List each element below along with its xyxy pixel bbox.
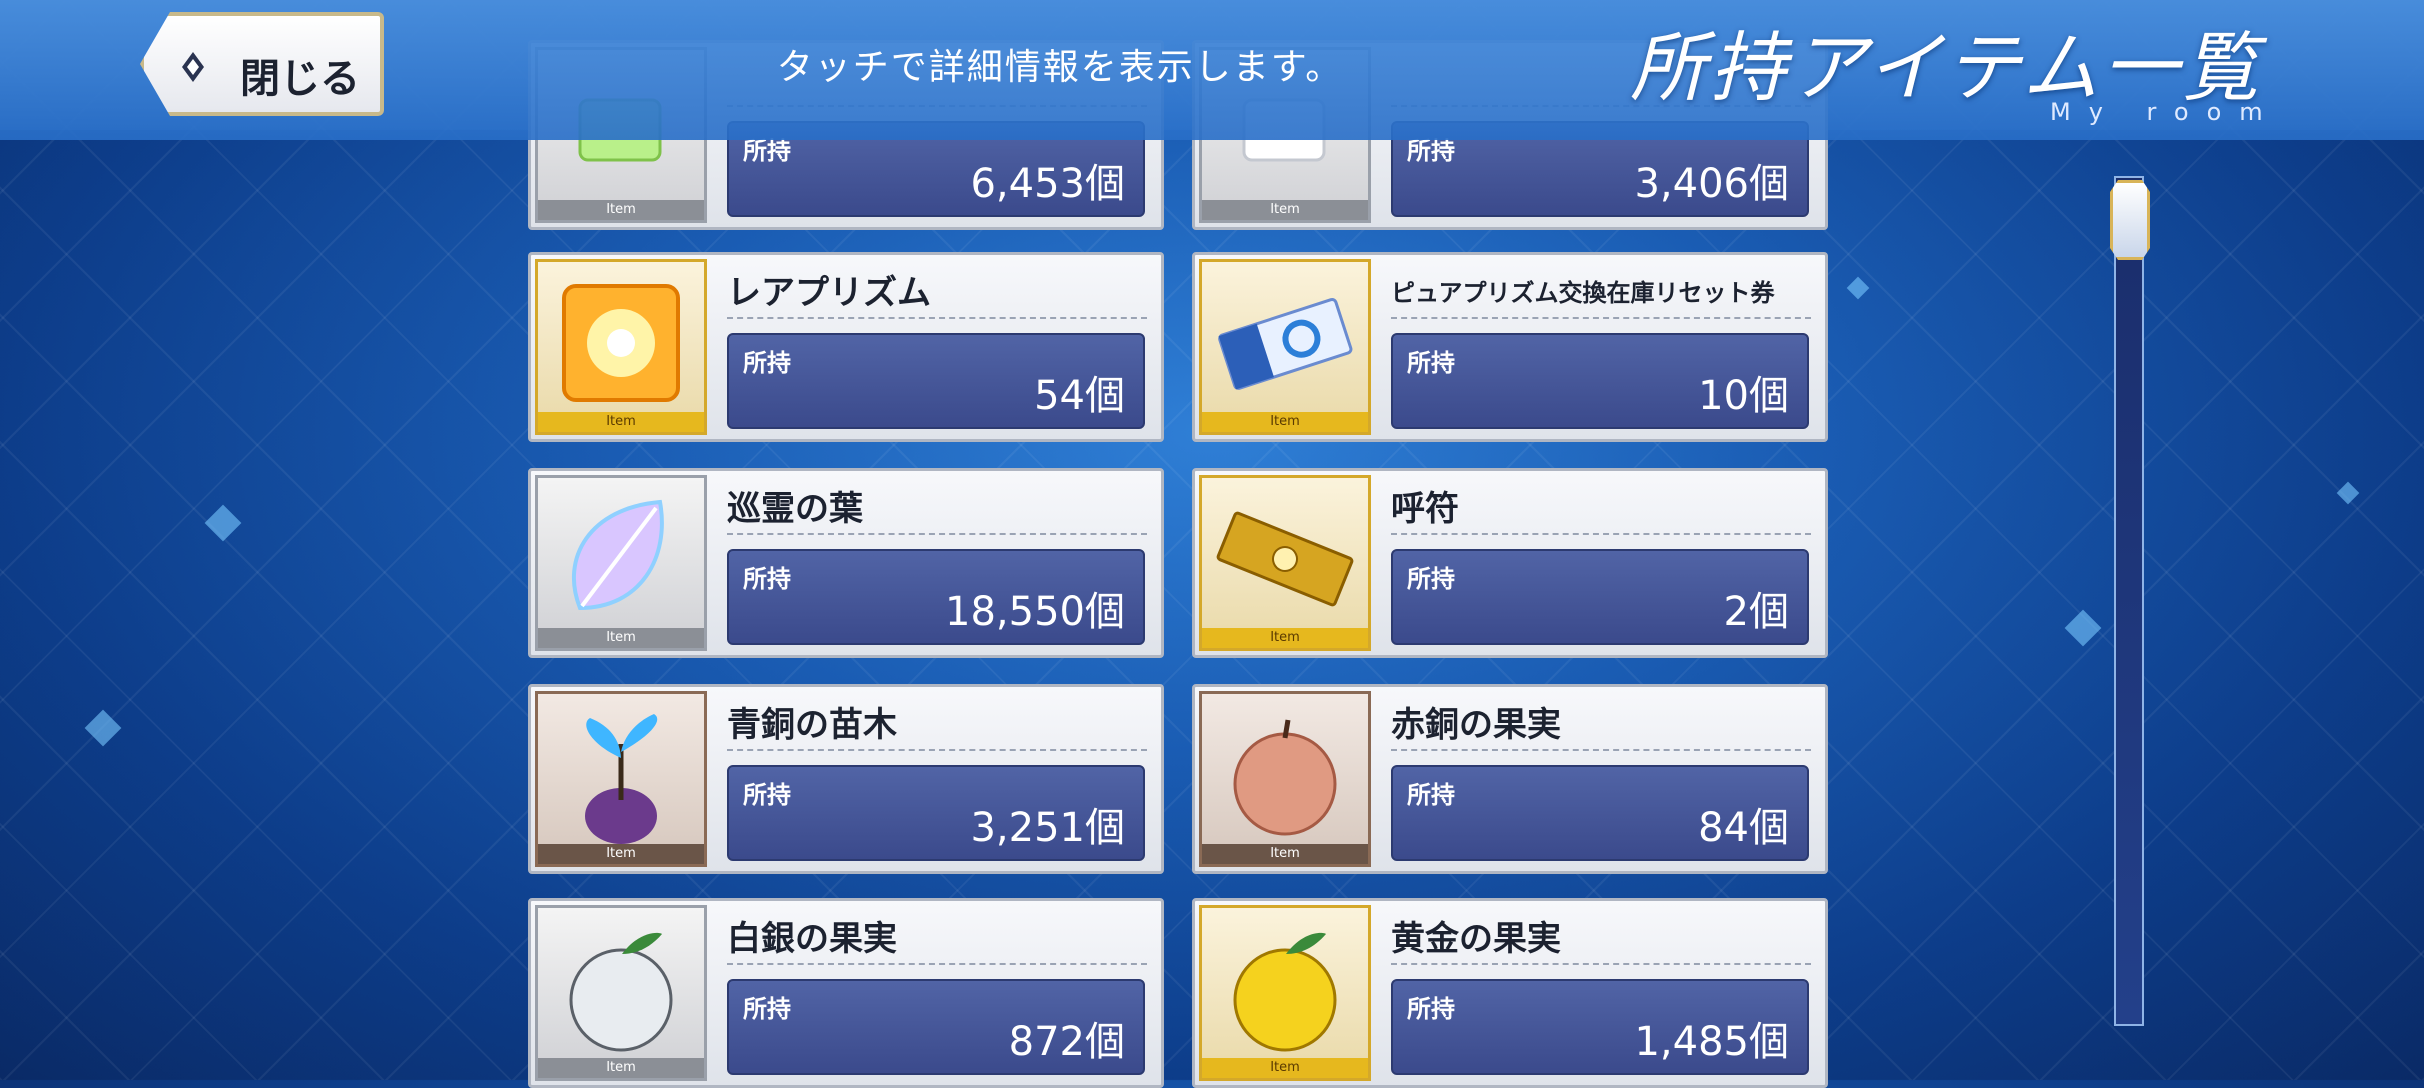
item-thumbnail: Item [535, 691, 707, 867]
scrollbar-track[interactable] [2114, 176, 2144, 1026]
divider [727, 533, 1147, 535]
item-card[interactable]: Item 青銅の苗木 所持 3,251個 [528, 684, 1164, 874]
item-thumbnail: Item [1199, 259, 1371, 435]
item-tag: Item [538, 844, 704, 864]
item-tag: Item [1202, 412, 1368, 432]
divider [1391, 533, 1811, 535]
item-tag: Item [1202, 1058, 1368, 1078]
count-box: 所持 1,485個 [1391, 979, 1809, 1075]
gold-apple-icon [1233, 932, 1337, 1052]
item-thumbnail: Item [1199, 691, 1371, 867]
copper-apple-icon [1233, 719, 1337, 836]
item-name: 巡霊の葉 [727, 489, 863, 529]
item-count: 3,251個 [970, 805, 1125, 851]
item-card[interactable]: Item 黄金の果実 所持 1,485個 [1192, 898, 1828, 1088]
divider [727, 963, 1147, 965]
item-count: 18,550個 [945, 589, 1125, 635]
item-count: 6,453個 [970, 161, 1125, 207]
item-tag: Item [538, 412, 704, 432]
sapling-icon [585, 714, 658, 844]
item-tag: Item [538, 200, 704, 220]
item-thumbnail: Item [1199, 475, 1371, 651]
item-tag: Item [1202, 844, 1368, 864]
silver-apple-icon [569, 932, 673, 1052]
item-name: 黄金の果実 [1391, 919, 1561, 959]
divider [1391, 317, 1811, 319]
scrollbar-thumb[interactable] [2110, 180, 2150, 260]
count-box: 所持 10個 [1391, 333, 1809, 429]
owned-label: 所持 [1407, 349, 1455, 377]
item-tag: Item [1202, 200, 1368, 220]
divider [1391, 963, 1811, 965]
item-card[interactable]: Item レアプリズム 所持 54個 [528, 252, 1164, 442]
item-count: 10個 [1698, 373, 1789, 419]
divider [727, 749, 1147, 751]
item-card[interactable]: Item 巡霊の葉 所持 18,550個 [528, 468, 1164, 658]
count-box: 所持 2個 [1391, 549, 1809, 645]
count-box: 所持 872個 [727, 979, 1145, 1075]
item-count: 84個 [1698, 805, 1789, 851]
item-count: 1,485個 [1634, 1019, 1789, 1065]
hint-text: タッチで詳細情報を表示します。 [776, 47, 1344, 88]
item-count: 2個 [1723, 589, 1789, 635]
count-box: 所持 54個 [727, 333, 1145, 429]
count-box: 所持 84個 [1391, 765, 1809, 861]
item-card[interactable]: Item 白銀の果実 所持 872個 [528, 898, 1164, 1088]
owned-label: 所持 [743, 565, 791, 593]
item-card[interactable]: Item ピュアプリズム交換在庫リセット券 所持 10個 [1192, 252, 1828, 442]
back-arrow-icon [182, 52, 204, 82]
item-name: 白銀の果実 [727, 919, 897, 959]
owned-label: 所持 [1407, 565, 1455, 593]
item-card[interactable]: Item 呼符 所持 2個 [1192, 468, 1828, 658]
count-box: 所持 3,251個 [727, 765, 1145, 861]
item-thumbnail: Item [535, 475, 707, 651]
page-subtitle: My room [2050, 98, 2281, 126]
owned-label: 所持 [1407, 995, 1455, 1023]
owned-label: 所持 [743, 995, 791, 1023]
owned-label: 所持 [743, 349, 791, 377]
item-count: 3,406個 [1634, 161, 1789, 207]
rare-prism-icon [562, 284, 680, 402]
owned-label: 所持 [743, 781, 791, 809]
item-tag: Item [538, 1058, 704, 1078]
divider [727, 317, 1147, 319]
item-name: 赤銅の果実 [1391, 705, 1561, 745]
ticket-icon [1218, 298, 1353, 390]
item-tag: Item [1202, 628, 1368, 648]
item-thumbnail: Item [535, 259, 707, 435]
item-count: 872個 [1008, 1019, 1125, 1065]
item-thumbnail: Item [535, 905, 707, 1081]
item-thumbnail: Item [1199, 905, 1371, 1081]
divider [1391, 749, 1811, 751]
summon-ticket-icon [1216, 511, 1354, 607]
item-name: 青銅の苗木 [727, 705, 897, 745]
leaf-icon [571, 499, 664, 611]
close-label: 閉じる [240, 56, 360, 102]
item-name: 呼符 [1391, 489, 1459, 529]
item-name: ピュアプリズム交換在庫リセット券 [1391, 279, 1775, 307]
item-tag: Item [538, 628, 704, 648]
count-box: 所持 18,550個 [727, 549, 1145, 645]
item-name: レアプリズム [727, 273, 931, 313]
owned-label: 所持 [1407, 781, 1455, 809]
close-button[interactable]: 閉じる [140, 12, 384, 116]
item-count: 54個 [1034, 373, 1125, 419]
item-card[interactable]: Item 赤銅の果実 所持 84個 [1192, 684, 1828, 874]
